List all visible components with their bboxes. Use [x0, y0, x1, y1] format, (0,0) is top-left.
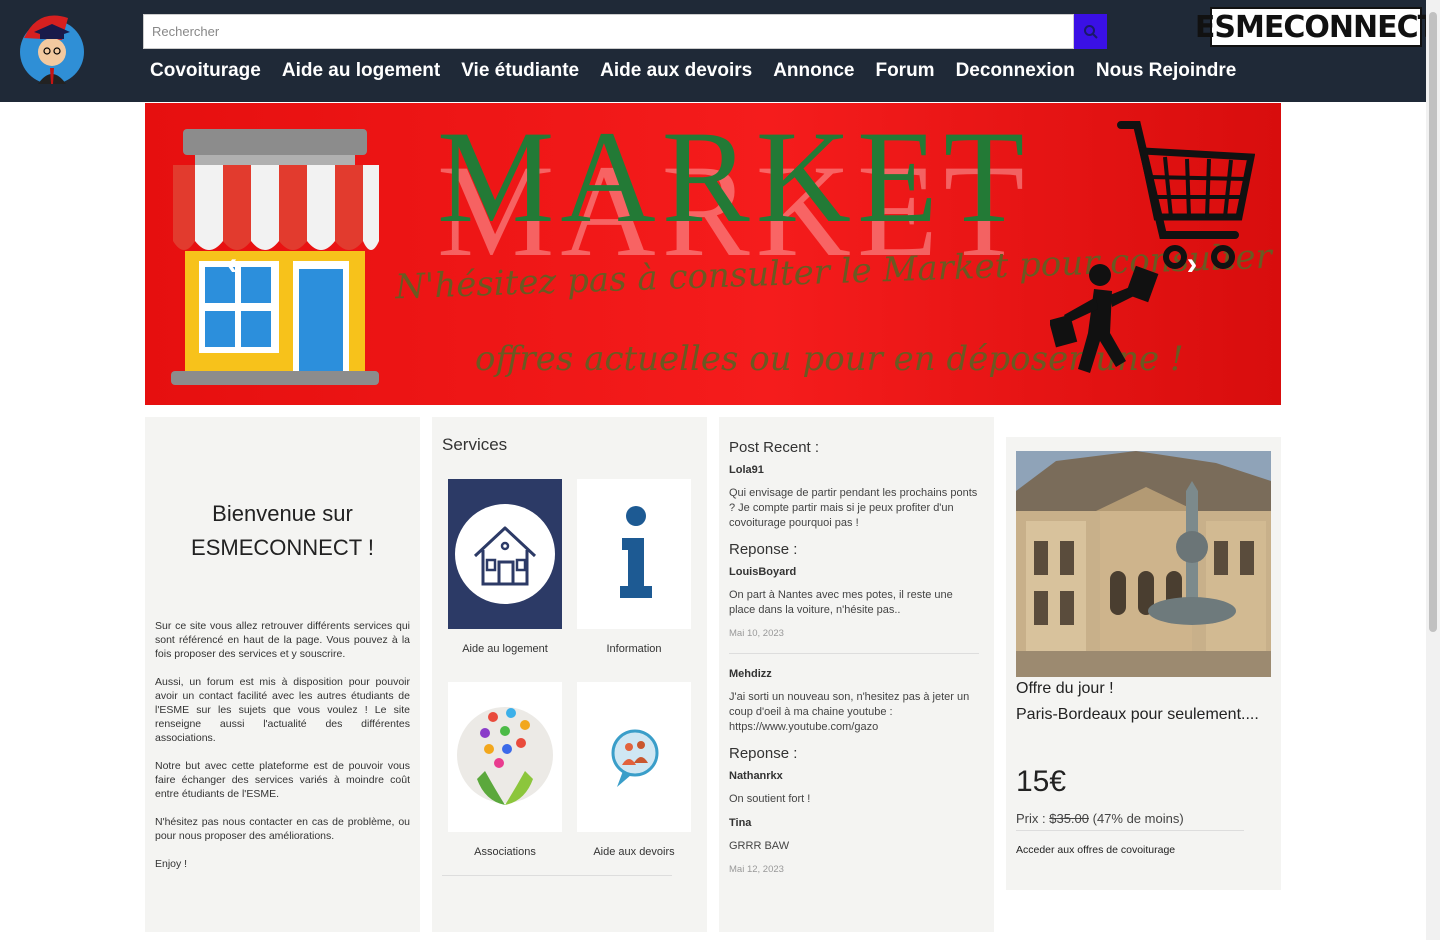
- market-banner-carousel[interactable]: MARKET MARKET N'hésitez pas à consulter …: [145, 103, 1281, 405]
- reply-text: On part à Nantes avec mes potes, il rest…: [729, 589, 953, 616]
- welcome-paragraph: Sur ce site vous allez retrouver différe…: [155, 620, 410, 660]
- reply-text: GRRR BAW: [729, 840, 790, 852]
- search-input[interactable]: [143, 14, 1074, 49]
- banner-title: MARKET: [437, 103, 1031, 250]
- associations-icon: [457, 707, 553, 805]
- reply-author[interactable]: LouisBoyard: [729, 566, 979, 578]
- nav-covoiturage[interactable]: Covoiturage: [150, 60, 261, 82]
- offer-original-price: Prix : $35.00 (47% de moins): [1016, 811, 1184, 826]
- post-text: J'ai sorti un nouveau son, n'hesitez pas…: [729, 691, 970, 733]
- welcome-description: Sur ce site vous allez retrouver différe…: [155, 619, 410, 885]
- post-text: Qui envisage de partir pendant les proch…: [729, 487, 978, 529]
- service-information[interactable]: Information: [577, 479, 691, 655]
- service-associations[interactable]: Associations: [448, 682, 562, 858]
- bordeaux-building-image[interactable]: [1016, 451, 1271, 677]
- service-aide-logement[interactable]: Aide au logement: [448, 479, 562, 655]
- discount-text: (47% de moins): [1089, 811, 1184, 826]
- post-date: Mai 12, 2023: [729, 864, 784, 875]
- carousel-prev-button[interactable]: ‹: [217, 243, 247, 283]
- nav-deconnexion[interactable]: Deconnexion: [956, 60, 1075, 82]
- nav-vie-etudiante[interactable]: Vie étudiante: [461, 60, 579, 82]
- welcome-title: Bienvenue sur ESMECONNECT !: [145, 497, 420, 565]
- search-bar: [143, 14, 1107, 49]
- graduate-avatar-logo[interactable]: [18, 8, 86, 96]
- nav-aide-logement[interactable]: Aide au logement: [282, 60, 440, 82]
- posts-title: Post Recent :: [729, 439, 820, 456]
- shopper-figure-icon: [1050, 264, 1159, 373]
- divider: [442, 875, 672, 876]
- reply-heading: Reponse :: [729, 745, 798, 762]
- recent-posts-card: Post Recent : Lola91 Qui envisage de par…: [719, 417, 994, 932]
- top-header: ESMECONNECT Covoiturage Aide au logement…: [0, 0, 1438, 102]
- offer-price: 15€: [1016, 765, 1067, 798]
- house-icon: [455, 504, 555, 604]
- service-label: Aide aux devoirs: [593, 846, 675, 858]
- nav-nous-rejoindre[interactable]: Nous Rejoindre: [1096, 60, 1236, 82]
- carousel-next-button[interactable]: ›: [1177, 243, 1207, 283]
- scrollbar-thumb[interactable]: [1429, 12, 1437, 632]
- offer-title: Offre du jour !: [1016, 680, 1114, 697]
- nav-forum[interactable]: Forum: [875, 60, 934, 82]
- service-label: Information: [606, 643, 662, 655]
- brand-logo[interactable]: ESMECONNECT: [1195, 7, 1438, 47]
- main-nav: Covoiturage Aide au logement Vie étudian…: [150, 60, 1236, 82]
- welcome-title-line2: ESMECONNECT !: [191, 535, 374, 560]
- search-icon: [1083, 24, 1098, 39]
- service-label: Associations: [474, 846, 536, 858]
- page-scrollbar[interactable]: [1426, 0, 1440, 940]
- welcome-paragraph: N'hésitez pas nous contacter en cas de p…: [155, 816, 410, 842]
- welcome-paragraph: Notre but avec cette plateforme est de p…: [155, 760, 410, 800]
- welcome-paragraph: Aussi, un forum est mis à disposition po…: [155, 676, 410, 744]
- chat-people-icon: [611, 729, 659, 787]
- offer-route: Paris-Bordeaux pour seulement....: [1016, 706, 1259, 723]
- welcome-card: Bienvenue sur ESMECONNECT ! Sur ce site …: [145, 417, 420, 932]
- service-aide-devoirs[interactable]: Aide aux devoirs: [577, 682, 691, 858]
- services-card: Services Aide au logement Information As…: [432, 417, 707, 932]
- welcome-title-line1: Bienvenue sur: [212, 501, 353, 526]
- reply-author[interactable]: Tina: [729, 817, 979, 829]
- reply-author[interactable]: Nathanrkx: [729, 770, 979, 782]
- strikethrough-price: $35.00: [1049, 811, 1089, 826]
- nav-aide-devoirs[interactable]: Aide aux devoirs: [600, 60, 752, 82]
- info-icon: [620, 506, 652, 598]
- shop-storefront-icon: [171, 129, 379, 385]
- reply-heading: Reponse :: [729, 541, 798, 558]
- service-label: Aide au logement: [462, 643, 548, 655]
- post-date: Mai 10, 2023: [729, 628, 784, 639]
- search-button[interactable]: [1074, 14, 1107, 49]
- services-title: Services: [442, 435, 508, 454]
- nav-annonce[interactable]: Annonce: [773, 60, 854, 82]
- divider: [1016, 830, 1244, 831]
- post-author[interactable]: Mehdizz: [729, 668, 979, 680]
- welcome-paragraph: Enjoy !: [155, 858, 188, 870]
- reply-text: On soutient fort !: [729, 793, 811, 805]
- offer-of-the-day-card: Offre du jour ! Paris-Bordeaux pour seul…: [1006, 437, 1281, 890]
- post-author[interactable]: Lola91: [729, 464, 979, 476]
- carpool-offers-link[interactable]: Acceder aux offres de covoiturage: [1016, 844, 1175, 856]
- divider: [729, 653, 979, 654]
